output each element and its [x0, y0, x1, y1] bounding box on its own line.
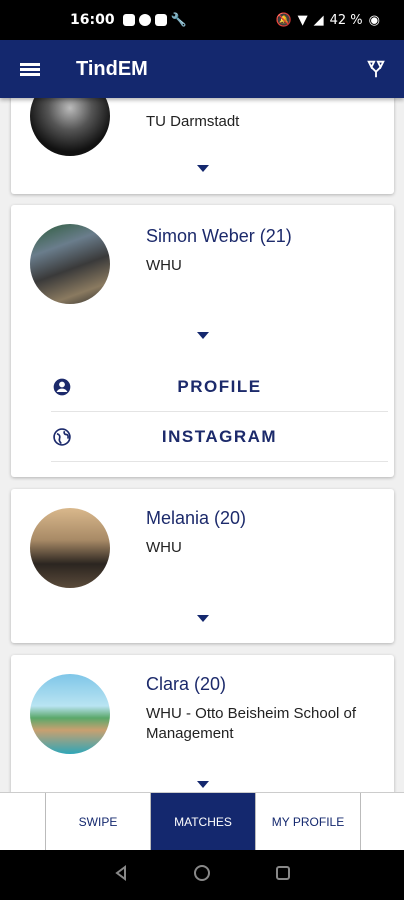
match-card[interactable]: Simon Weber (21) WHU PROFILE INSTAGRAM — [11, 205, 394, 477]
message-icon — [122, 14, 135, 26]
instagram-label: INSTAGRAM — [161, 426, 278, 446]
system-nav-bar — [0, 850, 404, 900]
matches-list[interactable]: TU Darmstadt Simon Weber (21) WHU PROFIL… — [0, 98, 404, 792]
avatar — [30, 674, 110, 754]
account-circle-icon — [51, 376, 73, 398]
match-university: WHU — [146, 257, 182, 274]
match-name: Simon Weber (21) — [146, 226, 292, 246]
menu-icon[interactable] — [0, 40, 60, 98]
profile-button[interactable]: PROFILE — [51, 362, 388, 412]
app-bar: TindEM — [0, 40, 404, 98]
avatar — [30, 224, 110, 304]
chevron-down-icon[interactable] — [197, 332, 209, 339]
globe-icon — [51, 426, 73, 448]
battery-percent: 42 % — [329, 12, 363, 28]
chevron-down-icon[interactable] — [197, 165, 209, 172]
app-notification-icon — [138, 14, 151, 26]
mute-icon: 🔕 — [275, 12, 292, 28]
filter-icon[interactable] — [348, 40, 404, 98]
matches-tab[interactable]: MATCHES — [151, 793, 255, 851]
avatar — [30, 508, 110, 588]
recents-icon[interactable] — [275, 865, 291, 886]
my-profile-tab[interactable]: MY PROFILE — [255, 793, 361, 851]
profile-label: PROFILE — [177, 376, 262, 396]
match-card[interactable]: Melania (20) WHU — [11, 489, 394, 643]
swipe-tab[interactable]: SWIPE — [45, 793, 151, 851]
status-time: 16:00 — [70, 12, 115, 28]
match-name: Clara (20) — [146, 674, 227, 694]
battery-icon: ◉ — [368, 12, 380, 28]
app-title: TindEM — [76, 57, 148, 80]
instagram-button[interactable]: INSTAGRAM — [51, 412, 388, 462]
back-icon[interactable] — [113, 864, 129, 886]
avatar — [30, 98, 110, 156]
signal-icon: ◢ — [313, 12, 324, 28]
chevron-down-icon[interactable] — [197, 615, 209, 622]
status-bar: 16:00 🔧 🔕 ▼ ◢ 42 % ◉ — [0, 0, 404, 40]
home-icon[interactable] — [193, 864, 211, 887]
chevron-down-icon[interactable] — [197, 781, 209, 788]
match-university: WHU - Otto Beisheim School of Management — [146, 705, 357, 742]
match-card[interactable]: TU Darmstadt — [11, 98, 394, 194]
match-university: WHU — [146, 539, 182, 556]
bottom-nav: SWIPE MATCHES MY PROFILE — [0, 792, 404, 851]
match-name: Melania (20) — [146, 508, 247, 528]
youtube-icon — [154, 14, 167, 26]
match-card[interactable]: Clara (20) WHU - Otto Beisheim School of… — [11, 655, 394, 792]
wrench-icon: 🔧 — [170, 12, 187, 28]
wifi-icon: ▼ — [297, 12, 308, 28]
match-university: TU Darmstadt — [146, 113, 240, 130]
